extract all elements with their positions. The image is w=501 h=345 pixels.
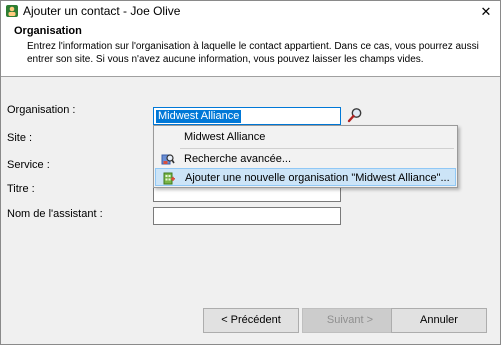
dropdown-item-add-organisation[interactable]: Ajouter une nouvelle organisation "Midwe…: [155, 168, 456, 186]
header-description: Entrez l'information sur l'organisation …: [27, 41, 479, 65]
cancel-button[interactable]: Annuler: [391, 308, 487, 333]
wizard-header: Organisation Entrez l'information sur l'…: [1, 22, 500, 77]
dropdown-item-advanced-search[interactable]: Recherche avancée...: [155, 150, 456, 168]
next-button[interactable]: Suivant >: [302, 308, 398, 333]
add-organisation-icon: [163, 172, 175, 185]
dropdown-item-label: Midwest Alliance: [184, 131, 266, 143]
dropdown-item-label: Recherche avancée...: [184, 153, 292, 165]
dropdown-separator: [180, 148, 454, 149]
header-title: Organisation: [14, 25, 82, 37]
title-bar: Ajouter un contact - Joe Olive ✕: [1, 1, 500, 22]
advanced-search-icon: [161, 154, 175, 165]
window-title: Ajouter un contact - Joe Olive: [23, 4, 181, 18]
search-icon[interactable]: [347, 107, 363, 123]
assistant-input[interactable]: [153, 207, 341, 225]
organisation-input[interactable]: Midwest Alliance: [153, 107, 341, 125]
assistant-label: Nom de l'assistant :: [7, 208, 103, 220]
site-label: Site :: [7, 132, 33, 144]
organisation-dropdown: Midwest Alliance Recherche avancée... Aj…: [153, 125, 458, 188]
close-button[interactable]: ✕: [472, 1, 500, 22]
organisation-label: Organisation :: [7, 104, 76, 116]
app-icon: [6, 5, 18, 17]
previous-button[interactable]: < Précédent: [203, 308, 299, 333]
service-label: Service :: [7, 159, 50, 171]
titre-label: Titre :: [7, 183, 35, 195]
dropdown-item-label: Ajouter une nouvelle organisation "Midwe…: [185, 172, 450, 184]
dropdown-item-midwest-alliance[interactable]: Midwest Alliance: [155, 128, 456, 146]
organisation-input-value: Midwest Alliance: [156, 110, 242, 123]
dialog-window: Ajouter un contact - Joe Olive ✕ Organis…: [0, 0, 501, 345]
